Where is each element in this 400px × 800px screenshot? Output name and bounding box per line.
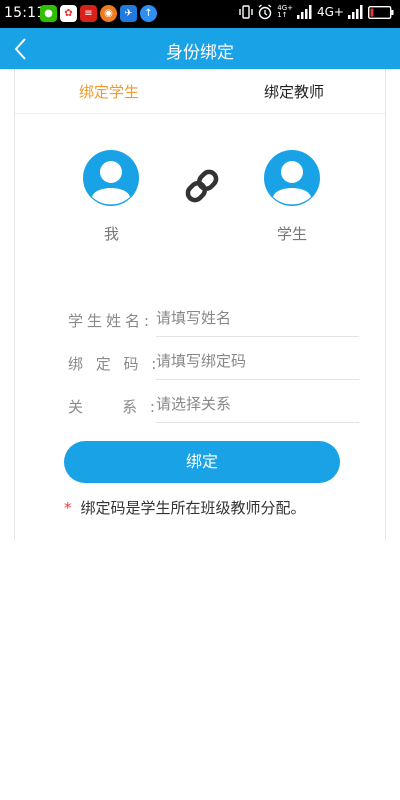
upload-icon: ↑ <box>140 5 157 22</box>
student-avatar <box>264 150 320 206</box>
status-indicators: 4G+ 1↑ 4G+ <box>239 4 394 20</box>
news-icon: ≡ <box>80 5 97 22</box>
photos-icon: ✿ <box>60 5 77 22</box>
bind-code-input[interactable]: 请填写绑定码 <box>156 342 359 380</box>
student-name-row: 学生姓名: 请填写姓名 <box>15 299 385 339</box>
battery-icon <box>368 5 394 19</box>
link-icon <box>185 169 219 203</box>
small-network-sub: 1↑ <box>277 11 288 19</box>
relation-label: 关 系 : <box>68 398 159 416</box>
sports-icon: ✈ <box>120 5 137 22</box>
bind-code-label: 绑 定 码 : <box>68 355 161 373</box>
signal-icon-2 <box>348 5 363 19</box>
signal-icon <box>297 5 312 19</box>
network-label: 4G+ <box>317 5 344 19</box>
small-network-label: 4G+ 1↑ <box>277 5 293 19</box>
my-avatar-label: 我 <box>104 225 120 243</box>
tab-bind-teacher[interactable]: 绑定教师 <box>264 81 324 102</box>
bind-code-note: * 绑定码是学生所在班级教师分配。 <box>64 497 306 518</box>
note-text: 绑定码是学生所在班级教师分配。 <box>80 499 306 517</box>
notification-icons: ● ✿ ≡ ◉ ✈ ↑ <box>40 5 157 22</box>
alarm-icon <box>258 4 272 20</box>
bind-button[interactable]: 绑定 <box>64 441 340 483</box>
tab-bind-student[interactable]: 绑定学生 <box>79 81 139 102</box>
status-bar: 15:11 ● ✿ ≡ ◉ ✈ ↑ 4G+ 1↑ 4G+ <box>0 0 400 28</box>
relation-select[interactable]: 请选择关系 <box>156 385 359 423</box>
required-star: * <box>64 499 72 517</box>
binding-card: 绑定学生 绑定教师 我 学生 学生姓名: 请填写姓名 绑 定 码 : 请填写绑定… <box>14 69 386 541</box>
tab-bar: 绑定学生 绑定教师 <box>15 69 385 114</box>
wechat-icon: ● <box>40 5 57 22</box>
student-name-label: 学生姓名: <box>68 312 154 330</box>
weibo-icon: ◉ <box>100 5 117 22</box>
student-avatar-label: 学生 <box>277 225 308 243</box>
bind-code-row: 绑 定 码 : 请填写绑定码 <box>15 342 385 382</box>
vibrate-icon <box>239 5 253 19</box>
page-title: 身份绑定 <box>166 43 234 63</box>
student-name-input[interactable]: 请填写姓名 <box>156 299 359 337</box>
relation-row: 关 系 : 请选择关系 <box>15 385 385 425</box>
title-bar: 身份绑定 <box>0 28 400 69</box>
my-avatar <box>83 150 139 206</box>
